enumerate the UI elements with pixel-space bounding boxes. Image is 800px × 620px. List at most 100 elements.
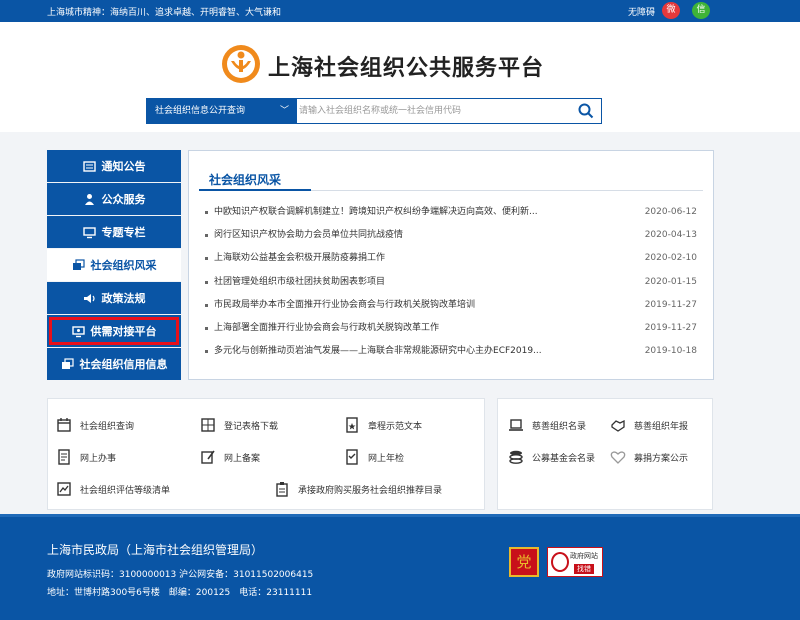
speaker-icon (83, 293, 95, 303)
gov-error-report-badge[interactable]: 政府网站 找错 (547, 547, 603, 577)
search-input[interactable] (299, 101, 569, 121)
weibo-icon[interactable]: 微 (662, 2, 680, 19)
sidebar-item-credit-info[interactable]: 社会组织信用信息 (47, 348, 181, 380)
chart-card-icon (57, 482, 71, 496)
document-icon (58, 449, 70, 465)
charity-label: 募捐方案公示 (634, 453, 689, 464)
footer-site-ids: 政府网站标识码：3100000013 沪公网安备：31011502006415 (47, 570, 314, 580)
services-panel: 社会组织查询 登记表格下载 章程示范文本 网上办事 网上备案 网上年检 社会组织… (47, 398, 485, 510)
news-item-date: 2020-01-15 (644, 276, 697, 287)
chevron-down-icon: ﹀ (279, 106, 289, 116)
service-rating-list[interactable]: 社会组织评估等级清单 (56, 481, 170, 497)
checklist-icon (346, 449, 358, 465)
sidebar-item-supply-demand[interactable]: 供需对接平台 (47, 315, 181, 347)
charity-label: 慈善组织年报 (634, 421, 689, 432)
city-spirit-text: 上海城市精神：海纳百川、追求卓越、开明睿智、大气谦和 (47, 8, 282, 18)
service-label: 章程示范文本 (368, 421, 423, 432)
top-bar: 上海城市精神：海纳百川、追求卓越、开明睿智、大气谦和 无障碍 微 信 (0, 0, 800, 22)
service-label: 网上备案 (224, 453, 261, 464)
news-item-date: 2020-04-13 (644, 230, 697, 241)
news-item-title[interactable]: 社团管理处组织市级社团扶贫助困表彰项目 (214, 271, 594, 294)
screen-icon (71, 325, 85, 337)
search-category-select[interactable]: 社会组织信息公开查询 ﹀ (147, 99, 297, 123)
service-form-download[interactable]: 登记表格下载 (200, 417, 278, 433)
sidebar-item-public-service[interactable]: 公众服务 (47, 183, 181, 215)
service-label: 承接政府购买服务社会组织推荐目录 (298, 485, 443, 496)
news-item-date: 2020-06-12 (644, 207, 697, 217)
sidebar-item-policies[interactable]: 政策法规 (47, 282, 181, 314)
list-item[interactable]: 上海联劝公益基金会积极开展防疫募捐工作 2020-02-10 (203, 247, 703, 270)
news-item-date: 2019-10-18 (644, 346, 697, 357)
search-icon[interactable] (577, 102, 595, 120)
service-label: 社会组织评估等级清单 (80, 485, 171, 496)
service-online-filing[interactable]: 网上备案 (200, 449, 260, 465)
gov-badge-title: 政府网站 (570, 552, 598, 560)
list-item[interactable]: 闵行区知识产权协会助力会员单位共同抗战疫情 2020-04-13 (203, 224, 703, 247)
site-footer: 上海市民政局（上海市社会组织管理局） 政府网站标识码：3100000013 沪公… (0, 514, 800, 620)
list-item[interactable]: 社团管理处组织市级社团扶贫助困表彰项目 2020-01-15 (203, 271, 703, 294)
clipboard-icon (276, 482, 288, 497)
sidebar-item-label: 政策法规 (101, 292, 146, 305)
charity-label: 公募基金会名录 (532, 453, 596, 464)
footer-org-name: 上海市民政局（上海市社会组织管理局） (47, 543, 264, 557)
charity-fundraising-plans[interactable]: 募捐方案公示 (610, 449, 688, 465)
service-org-query[interactable]: 社会组织查询 (56, 417, 134, 433)
sidebar-item-label: 供需对接平台 (90, 325, 157, 338)
coin-stack-icon (509, 450, 523, 464)
charity-org-list[interactable]: 慈善组织名录 (508, 417, 586, 433)
service-online-affairs[interactable]: 网上办事 (56, 449, 116, 465)
sidebar-item-notices[interactable]: 通知公告 (47, 150, 181, 182)
handshake-icon (611, 419, 625, 432)
service-label: 社会组织查询 (80, 421, 135, 432)
news-panel-header: 社会组织风采 (199, 165, 703, 191)
document-star-icon (346, 417, 358, 433)
news-item-title[interactable]: 中欧知识产权联合调解机制建立！跨境知识产权纠纷争端解决迈向高效、便利新... (214, 201, 594, 224)
news-item-title[interactable]: 闵行区知识产权协会助力会员单位共同抗战疫情 (214, 224, 594, 247)
accessibility-link[interactable]: 无障碍 (628, 5, 655, 18)
list-item[interactable]: 市民政局举办本市全面推开行业协会商会与行政机关脱钩改革培训 2019-11-27 (203, 294, 703, 317)
calendar-icon (57, 418, 71, 432)
service-label: 登记表格下载 (224, 421, 279, 432)
news-panel-title: 社会组织风采 (209, 173, 282, 187)
search-category-label: 社会组织信息公开查询 (155, 106, 246, 116)
wechat-icon[interactable]: 信 (692, 2, 710, 19)
heart-icon (610, 451, 626, 464)
sidebar-item-label: 专题专栏 (101, 226, 146, 239)
gov-badge-action: 找错 (574, 564, 594, 574)
list-item[interactable]: 多元化与创新推动页岩油气发展——上海联合非常规能源研究中心主办ECF2019..… (203, 340, 703, 363)
news-item-title[interactable]: 上海联劝公益基金会积极开展防疫募捐工作 (214, 247, 594, 270)
news-item-title[interactable]: 多元化与创新推动页岩油气发展——上海联合非常规能源研究中心主办ECF2019..… (214, 340, 594, 363)
charity-label: 慈善组织名录 (532, 421, 587, 432)
service-charter-template[interactable]: 章程示范文本 (344, 417, 422, 433)
list-item[interactable]: 上海部署全面推开行业协会商会与行政机关脱钩改革工作 2019-11-27 (203, 317, 703, 340)
search-icon (551, 552, 569, 572)
newspaper-icon (82, 160, 96, 172)
service-label: 网上年检 (368, 453, 405, 464)
service-purchase-catalog[interactable]: 承接政府购买服务社会组织推荐目录 (274, 481, 442, 497)
sidebar-item-label: 社会组织风采 (90, 259, 157, 272)
slides-icon (61, 357, 74, 369)
sidebar-item-label: 社会组织信用信息 (79, 358, 168, 371)
news-item-date: 2020-02-10 (644, 253, 697, 264)
service-label: 网上办事 (80, 453, 117, 464)
sidebar-item-org-showcase[interactable]: 社会组织风采 (47, 249, 181, 281)
monitor-icon (82, 226, 96, 238)
list-item[interactable]: 中欧知识产权联合调解机制建立！跨境知识产权纠纷争端解决迈向高效、便利新... 20… (203, 201, 703, 224)
party-emblem-icon[interactable]: 党 (509, 547, 539, 577)
service-annual-inspection[interactable]: 网上年检 (344, 449, 404, 465)
news-list: 中欧知识产权联合调解机制建立！跨境知识产权纠纷争端解决迈向高效、便利新... 20… (203, 201, 703, 363)
sidebar-item-special-topics[interactable]: 专题专栏 (47, 216, 181, 248)
sidebar-nav: 通知公告 公众服务 专题专栏 社会组织风采 政策法规 供需对接平台 社会组织信用… (47, 150, 181, 381)
news-item-title[interactable]: 上海部署全面推开行业协会商会与行政机关脱钩改革工作 (214, 317, 594, 340)
charity-annual-report[interactable]: 慈善组织年报 (610, 417, 688, 433)
charity-foundation-list[interactable]: 公募基金会名录 (508, 449, 595, 465)
news-item-date: 2019-11-27 (644, 322, 697, 333)
sidebar-item-label: 公众服务 (101, 193, 146, 206)
pencil-doc-icon (201, 450, 215, 464)
person-icon (84, 193, 94, 205)
laptop-icon (509, 419, 523, 431)
site-header: 上海社会组织公共服务平台 社会组织信息公开查询 ﹀ (0, 22, 800, 132)
grid-icon (201, 418, 215, 432)
page-title: 上海社会组织公共服务平台 (268, 56, 545, 81)
news-item-title[interactable]: 市民政局举办本市全面推开行业协会商会与行政机关脱钩改革培训 (214, 294, 594, 317)
